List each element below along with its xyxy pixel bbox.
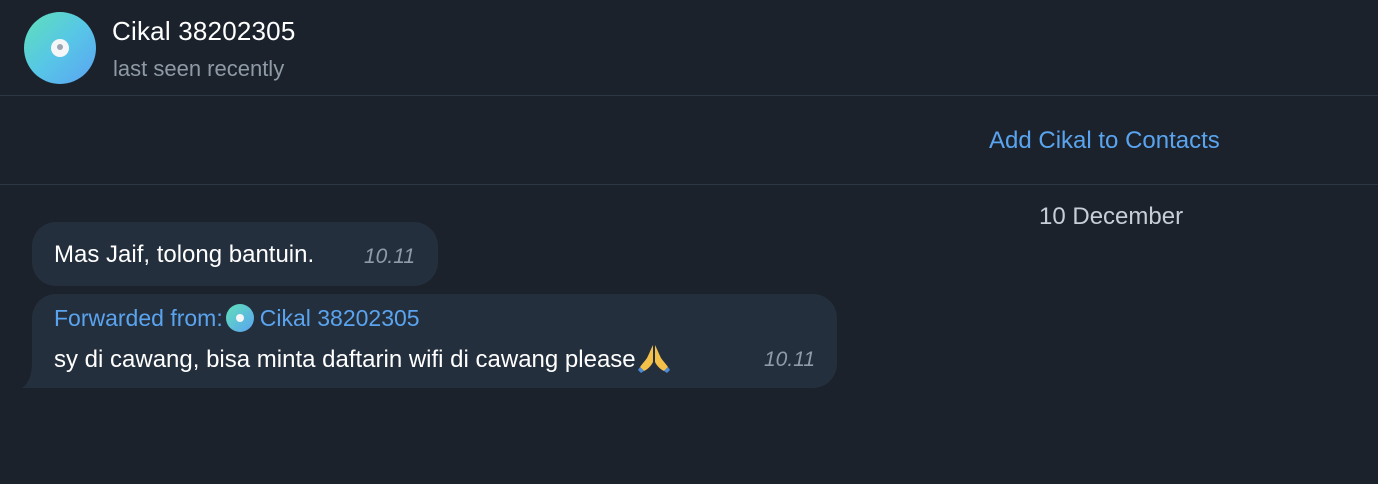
- forwarded-header: Forwarded from: Cikal 38202305: [54, 304, 420, 332]
- message-time: 10.11: [364, 245, 415, 268]
- chat-header: Cikal 38202305 last seen recently: [0, 0, 1378, 96]
- add-to-contacts-button[interactable]: Add Cikal to Contacts: [989, 127, 1220, 155]
- message-text: Mas Jaif, tolong bantuin.: [54, 241, 315, 268]
- folded-hands-icon: [637, 345, 670, 373]
- message-time: 10.11: [764, 348, 815, 371]
- forwarded-message-content: sy di cawang, bisa minta daftarin wifi d…: [54, 343, 670, 374]
- message-text: sy di cawang, bisa minta daftarin wifi d…: [54, 346, 636, 373]
- avatar-icon: [51, 39, 69, 57]
- last-seen-status: last seen recently: [113, 56, 285, 81]
- forwarded-message-bubble[interactable]: Forwarded from: Cikal 38202305 sy di caw…: [32, 294, 837, 388]
- contact-avatar[interactable]: [24, 12, 96, 84]
- forwarded-avatar-icon[interactable]: [225, 304, 254, 332]
- message-bubble[interactable]: Mas Jaif, tolong bantuin. 10.11: [32, 222, 438, 286]
- date-separator: 10 December: [1039, 203, 1184, 230]
- add-contact-bar: Add Cikal to Contacts: [0, 97, 1378, 185]
- forwarded-sender-name[interactable]: Cikal 38202305: [260, 305, 420, 332]
- forwarded-label: Forwarded from:: [54, 304, 223, 331]
- chat-title[interactable]: Cikal 38202305: [112, 16, 296, 47]
